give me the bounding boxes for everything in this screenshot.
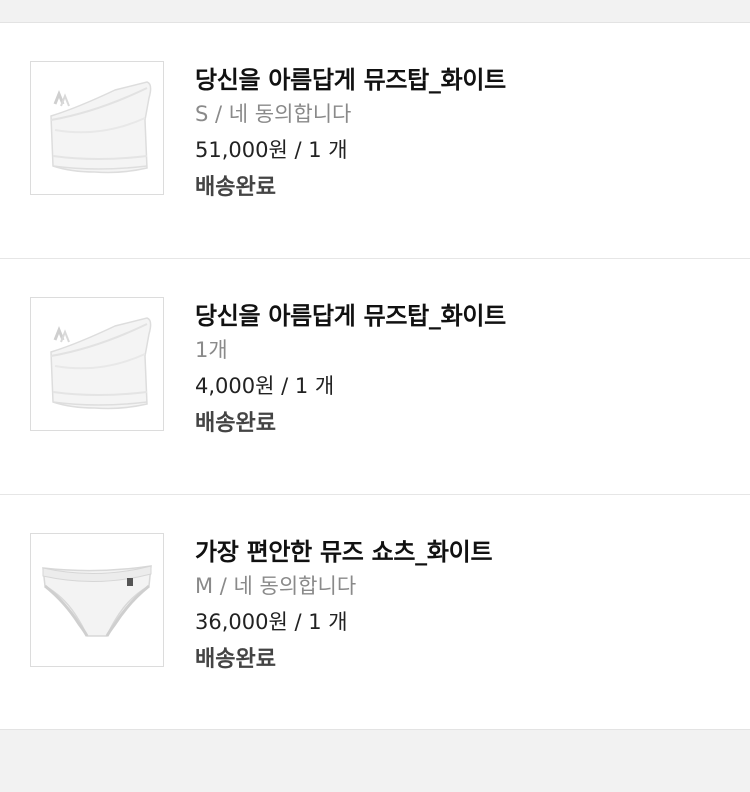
delivery-status: 배송완료 [195,175,276,200]
product-thumbnail[interactable] [30,297,164,431]
delivery-status: 배송완료 [195,647,276,672]
order-item[interactable]: 당신을 아름답게 뮤즈탑_화이트 S / 네 동의합니다 51,000원 / 1… [0,23,750,259]
product-name[interactable]: 당신을 아름답게 뮤즈탑_화이트 [195,65,715,95]
product-option: 1개 [195,338,228,362]
order-item[interactable]: 당신을 아름답게 뮤즈탑_화이트 1개 4,000원 / 1 개 배송완료 [0,259,750,495]
order-history-page: 당신을 아름답게 뮤즈탑_화이트 S / 네 동의합니다 51,000원 / 1… [0,0,750,792]
product-name[interactable]: 당신을 아름답게 뮤즈탑_화이트 [195,301,715,331]
product-info: 당신을 아름답게 뮤즈탑_화이트 1개 4,000원 / 1 개 배송완료 [195,301,715,438]
product-price: 4,000원 / 1 개 [195,374,335,398]
briefs-icon [42,565,152,637]
product-info: 가장 편안한 뮤즈 쇼츠_화이트 M / 네 동의합니다 36,000원 / 1… [195,537,715,674]
one-shoulder-top-icon [50,317,152,410]
product-option: M / 네 동의합니다 [195,574,357,598]
order-list: 당신을 아름답게 뮤즈탑_화이트 S / 네 동의합니다 51,000원 / 1… [0,22,750,730]
one-shoulder-top-icon [50,81,152,174]
product-thumbnail[interactable] [30,533,164,667]
bottom-spacer [0,730,750,792]
delivery-status: 배송완료 [195,411,276,436]
product-option: S / 네 동의합니다 [195,102,352,126]
product-price: 51,000원 / 1 개 [195,138,348,162]
product-thumbnail[interactable] [30,61,164,195]
top-spacer [0,0,750,22]
product-price: 36,000원 / 1 개 [195,610,348,634]
order-item[interactable]: 가장 편안한 뮤즈 쇼츠_화이트 M / 네 동의합니다 36,000원 / 1… [0,495,750,729]
product-info: 당신을 아름답게 뮤즈탑_화이트 S / 네 동의합니다 51,000원 / 1… [195,65,715,202]
product-name[interactable]: 가장 편안한 뮤즈 쇼츠_화이트 [195,537,715,567]
